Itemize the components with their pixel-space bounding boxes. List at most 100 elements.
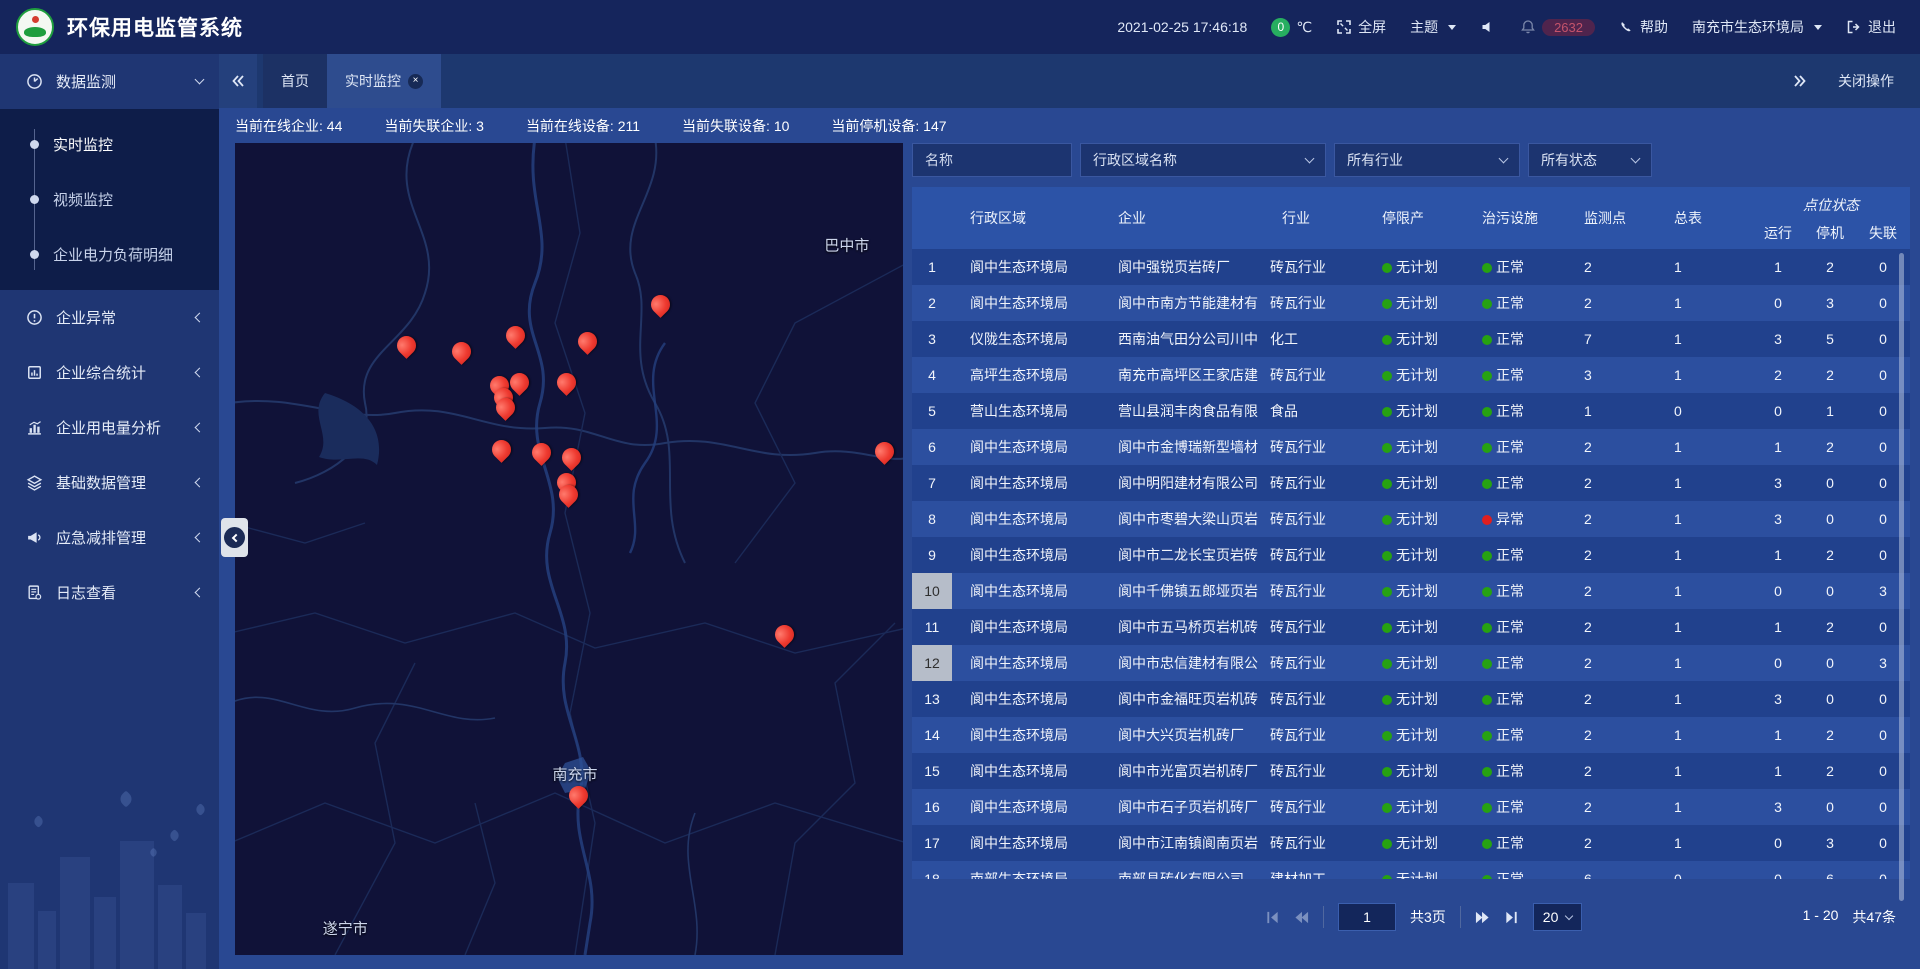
cell-stopped: 3 [1804, 835, 1856, 851]
cell-monitor-count: 6 [1570, 871, 1662, 879]
status-dot-icon [1382, 299, 1392, 309]
prev-page-button[interactable] [1294, 910, 1309, 925]
row-index: 4 [912, 357, 952, 393]
table-scrollbar[interactable] [1899, 253, 1904, 901]
sidebar-submenu: 实时监控视频监控企业电力负荷明细 [0, 109, 219, 290]
close-operations-button[interactable]: 关闭操作 [1838, 71, 1894, 91]
table-row[interactable]: 3仪陇生态环境局西南油气田分公司川中化工无计划正常71350 [912, 321, 1910, 357]
sidebar-subitem[interactable]: 视频监控 [0, 172, 219, 227]
tabs-scroll-left-button[interactable] [219, 54, 257, 108]
table-row[interactable]: 9阆中生态环境局阆中市二龙长宝页岩砖砖瓦行业无计划正常21120 [912, 537, 1910, 573]
sidebar-item-enterprise-statistics[interactable]: 企业综合统计 [0, 345, 219, 400]
table-row[interactable]: 7阆中生态环境局阆中明阳建材有限公司砖瓦行业无计划正常21300 [912, 465, 1910, 501]
sidebar-item-log-view[interactable]: 日志查看 [0, 565, 219, 620]
name-search-input[interactable] [912, 143, 1072, 177]
logout-button[interactable]: 退出 [1846, 17, 1896, 37]
status-select[interactable]: 所有状态 [1528, 143, 1652, 177]
cell-company: 阆中市二龙长宝页岩砖 [1100, 545, 1268, 565]
status-dot-icon [1382, 371, 1392, 381]
col-region: 行政区域 [952, 187, 1100, 249]
sidebar-subitem[interactable]: 实时监控 [0, 117, 219, 172]
cell-monitor-count: 2 [1570, 763, 1662, 779]
chevron-left-icon [195, 423, 205, 433]
notifications[interactable]: 2632 [1520, 19, 1595, 36]
cell-stopped: 2 [1804, 763, 1856, 779]
map-collapse-button[interactable] [221, 518, 248, 557]
status-dot-icon [1482, 695, 1492, 705]
table-row[interactable]: 12阆中生态环境局阆中市忠信建材有限公砖瓦行业无计划正常21003 [912, 645, 1910, 681]
cell-running: 2 [1752, 367, 1804, 383]
chevron-down-icon [1305, 154, 1315, 164]
tab-close-icon[interactable]: × [408, 74, 423, 89]
table-row[interactable]: 10阆中生态环境局阆中千佛镇五郎垭页岩砖瓦行业无计划正常21003 [912, 573, 1910, 609]
cell-company: 阆中市江南镇阆南页岩 [1100, 833, 1268, 853]
sidebar-item-data-monitoring[interactable]: 数据监测 [0, 54, 219, 109]
temperature: 0 ℃ [1271, 18, 1312, 37]
cell-stopped: 2 [1804, 439, 1856, 455]
cell-company: 阆中市石子页岩机砖厂 [1100, 797, 1268, 817]
sidebar-item-enterprise-abnormal[interactable]: 企业异常 [0, 290, 219, 345]
sidebar-subitem[interactable]: 企业电力负荷明细 [0, 227, 219, 282]
sidebar-item-label: 企业异常 [56, 307, 116, 328]
row-index: 18 [912, 861, 952, 879]
cell-stopped: 0 [1804, 799, 1856, 815]
theme-button[interactable]: 主题 [1410, 17, 1456, 37]
status-dot-icon [1482, 443, 1492, 453]
next-page-button[interactable] [1475, 910, 1490, 925]
table-row[interactable]: 6阆中生态环境局阆中市金博瑞新型墙材砖瓦行业无计划正常21120 [912, 429, 1910, 465]
filter-row: 行政区域名称 所有行业 所有状态 [912, 143, 1910, 177]
cell-stopped: 0 [1804, 511, 1856, 527]
table-row[interactable]: 2阆中生态环境局阆中市南方节能建材有砖瓦行业无计划正常21030 [912, 285, 1910, 321]
table-row[interactable]: 5营山生态环境局营山县润丰肉食品有限食品无计划正常10010 [912, 393, 1910, 429]
cell-plan: 无计划 [1368, 473, 1470, 493]
sound-button[interactable] [1480, 19, 1496, 35]
page-size-select[interactable]: 20 [1533, 903, 1583, 931]
cell-stopped: 1 [1804, 403, 1856, 419]
first-page-button[interactable] [1265, 910, 1280, 925]
cell-industry: 砖瓦行业 [1268, 473, 1368, 493]
sidebar-item-base-data[interactable]: 基础数据管理 [0, 455, 219, 510]
sidebar-item-emergency-reduction[interactable]: 应急减排管理 [0, 510, 219, 565]
cell-running: 3 [1752, 511, 1804, 527]
chevron-down-icon [1565, 911, 1573, 919]
cell-region: 阆中生态环境局 [952, 509, 1100, 529]
status-dot-icon [1382, 767, 1392, 777]
help-button[interactable]: 帮助 [1619, 17, 1668, 37]
chevron-down-icon [195, 75, 205, 85]
tab-home[interactable]: 首页 [263, 54, 327, 108]
table-row[interactable]: 4高坪生态环境局南充市高坪区王家店建砖瓦行业无计划正常31220 [912, 357, 1910, 393]
sidebar-item-label: 数据监测 [56, 71, 116, 92]
table-row[interactable]: 15阆中生态环境局阆中市光富页岩机砖厂砖瓦行业无计划正常21120 [912, 753, 1910, 789]
table-row[interactable]: 17阆中生态环境局阆中市江南镇阆南页岩砖瓦行业无计划正常21030 [912, 825, 1910, 861]
map[interactable]: 巴中市南充市遂宁市 [235, 143, 903, 955]
cell-industry: 建材加工 [1268, 869, 1368, 879]
table-row[interactable]: 14阆中生态环境局阆中大兴页岩机砖厂砖瓦行业无计划正常21120 [912, 717, 1910, 753]
cell-running: 0 [1752, 295, 1804, 311]
map-roads-layer [235, 143, 903, 955]
last-page-button[interactable] [1504, 910, 1519, 925]
table-row[interactable]: 18南部生态环境局南部县砖化有限公司建材加工无计划正常60060 [912, 861, 1910, 879]
region-select[interactable]: 行政区域名称 [1080, 143, 1326, 177]
table-row[interactable]: 11阆中生态环境局阆中市五马桥页岩机砖砖瓦行业无计划正常21120 [912, 609, 1910, 645]
status-dot-icon [1382, 335, 1392, 345]
industry-select[interactable]: 所有行业 [1334, 143, 1520, 177]
row-index: 14 [912, 717, 952, 753]
page-number-input[interactable] [1338, 903, 1396, 931]
bullet-icon [30, 140, 39, 149]
table-body: 1阆中生态环境局阆中强锐页岩砖厂砖瓦行业无计划正常211202阆中生态环境局阆中… [912, 249, 1910, 879]
org-menu[interactable]: 南充市生态环境局 [1692, 17, 1822, 37]
table-row[interactable]: 8阆中生态环境局阆中市枣碧大梁山页岩砖瓦行业无计划异常21300 [912, 501, 1910, 537]
fullscreen-button[interactable]: 全屏 [1336, 17, 1386, 37]
table-row[interactable]: 13阆中生态环境局阆中市金福旺页岩机砖砖瓦行业无计划正常21300 [912, 681, 1910, 717]
table-row[interactable]: 1阆中生态环境局阆中强锐页岩砖厂砖瓦行业无计划正常21120 [912, 249, 1910, 285]
cell-running: 1 [1752, 439, 1804, 455]
cell-stopped: 0 [1804, 583, 1856, 599]
tab-realtime-monitoring[interactable]: 实时监控 × [327, 54, 441, 108]
cell-total-meter: 0 [1662, 403, 1752, 419]
double-chevron-right-icon[interactable] [1792, 73, 1808, 89]
bullet-icon [30, 195, 39, 204]
sidebar-item-power-analysis[interactable]: 企业用电量分析 [0, 400, 219, 455]
chevron-left-icon [195, 588, 205, 598]
cell-industry: 砖瓦行业 [1268, 365, 1368, 385]
table-row[interactable]: 16阆中生态环境局阆中市石子页岩机砖厂砖瓦行业无计划正常21300 [912, 789, 1910, 825]
